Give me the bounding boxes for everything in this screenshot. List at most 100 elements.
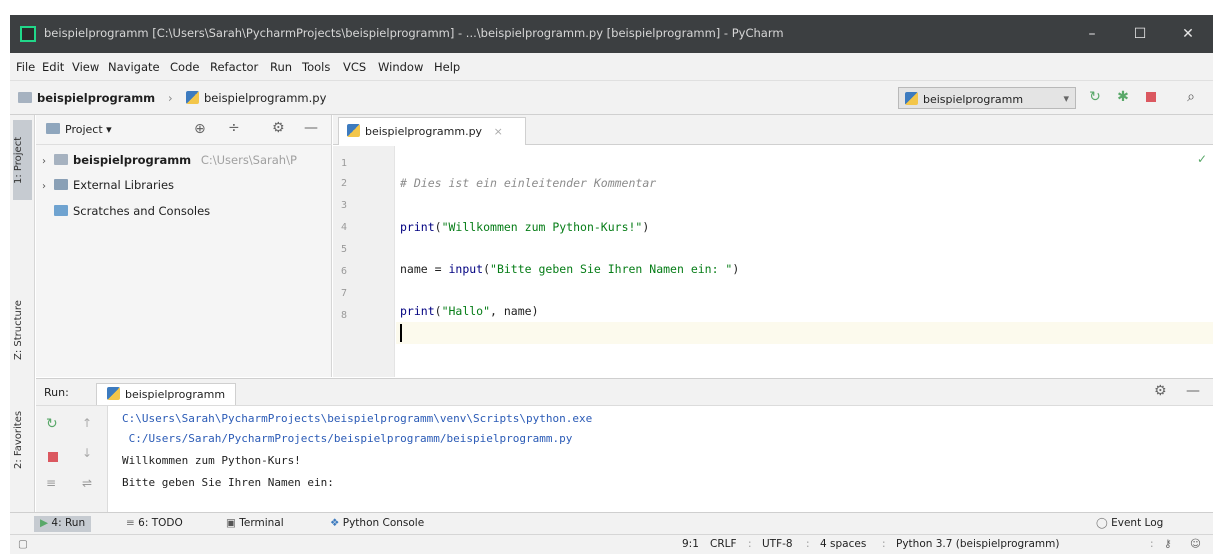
run-panel-header: Run: beispielprogramm ⚙ — <box>36 378 1213 406</box>
tool-tab-favorites[interactable]: 2: Favorites <box>13 395 32 485</box>
rerun-icon[interactable]: ↻ <box>46 416 58 432</box>
breadcrumb-project[interactable]: beispielprogramm <box>18 91 155 105</box>
code-line-comment: # Dies ist ein einleitender Kommentar <box>400 176 657 190</box>
menu-view[interactable]: View <box>72 60 99 74</box>
menu-code[interactable]: Code <box>170 60 199 74</box>
gear-icon[interactable]: ⚙ <box>1154 383 1167 399</box>
toggle-tool-windows-icon[interactable]: ▢ <box>18 538 28 550</box>
code-line-print-hallo: print("Hallo", name) <box>400 304 539 318</box>
editor-gutter: 1 2 3 4 5 6 7 8 <box>333 146 395 377</box>
gear-icon[interactable]: ⚙ <box>272 120 285 136</box>
python-file-icon <box>905 92 918 105</box>
project-view-select[interactable]: Project ▾ <box>46 123 112 136</box>
tree-item-external-libraries[interactable]: › External Libraries <box>42 178 174 192</box>
maximize-button[interactable]: ☐ <box>1120 21 1160 47</box>
run-icon: ▶ <box>40 517 49 529</box>
run-panel-toolbar: ↻ ↑ ↓ ≡ ⇌ <box>36 406 108 512</box>
editor-tab-bar: beispielprogramm.py × <box>333 115 1213 145</box>
inspector-icon[interactable]: ☺ <box>1190 538 1201 550</box>
tree-item-project[interactable]: › beispielprogramm C:\Users\Sarah\P <box>42 153 297 167</box>
menu-tools[interactable]: Tools <box>302 60 330 74</box>
line-separator[interactable]: CRLF <box>710 538 737 550</box>
arrow-up-icon[interactable]: ↑ <box>82 416 92 430</box>
menu-window[interactable]: Window <box>378 60 423 74</box>
chevron-down-icon: ▾ <box>1063 92 1069 105</box>
menu-refactor[interactable]: Refactor <box>210 60 258 74</box>
breadcrumb-separator: › <box>168 91 173 105</box>
tool-tab-run[interactable]: ▶ 4: Run <box>34 516 92 532</box>
scroll-from-source-icon[interactable]: ⊕ <box>194 121 206 137</box>
folder-icon <box>18 92 32 103</box>
console-line: Bitte geben Sie Ihren Namen ein: <box>122 476 334 489</box>
hide-panel-icon[interactable]: — <box>1186 383 1200 399</box>
file-encoding[interactable]: UTF-8 <box>762 538 793 550</box>
navigation-bar: beispielprogramm › beispielprogramm.py b… <box>10 81 1213 115</box>
search-icon[interactable]: ⌕ <box>1182 88 1200 106</box>
library-icon <box>54 179 68 190</box>
project-panel-header: Project ▾ ⊕ ÷ ⚙ — <box>36 115 332 145</box>
python-file-icon <box>186 91 199 104</box>
line-number: 1 <box>341 158 348 169</box>
code-line-input: name = input("Bitte geben Sie Ihren Name… <box>400 262 740 276</box>
stop-icon[interactable] <box>1142 88 1160 106</box>
run-icon[interactable]: ↻ <box>1086 88 1104 106</box>
python-interpreter[interactable]: Python 3.7 (beispielprogramm) <box>896 538 1059 550</box>
run-configuration-select[interactable]: beispielprogramm ▾ <box>898 87 1076 109</box>
console-line: C:\Users\Sarah\PycharmProjects\beispielp… <box>122 412 593 425</box>
console-line: Willkommen zum Python-Kurs! <box>122 454 301 467</box>
python-file-icon <box>347 124 360 137</box>
collapse-all-icon[interactable]: ÷ <box>228 120 240 136</box>
run-console-output[interactable]: C:\Users\Sarah\PycharmProjects\beispielp… <box>108 406 1213 512</box>
menu-vcs[interactable]: VCS <box>343 60 366 74</box>
terminal-icon: ▣ <box>226 517 236 529</box>
lock-icon[interactable]: ⚷ <box>1164 538 1172 550</box>
current-line-highlight <box>396 322 1213 344</box>
tree-item-scratches[interactable]: Scratches and Consoles <box>54 204 210 218</box>
code-line-print-welcome: print("Willkommen zum Python-Kurs!") <box>400 220 650 234</box>
soft-wrap-icon[interactable]: ⇌ <box>82 476 92 490</box>
folder-icon <box>54 154 68 165</box>
left-tool-strip: 1: Project Z: Structure 2: Favorites <box>10 115 35 512</box>
tool-tab-structure[interactable]: Z: Structure <box>13 285 32 375</box>
python-file-icon <box>107 387 120 400</box>
text-caret <box>400 324 402 342</box>
breadcrumb-file[interactable]: beispielprogramm.py <box>186 91 326 105</box>
menu-run[interactable]: Run <box>270 60 292 74</box>
tool-tab-python-console[interactable]: ❖ Python Console <box>324 516 430 532</box>
title-bar: beispielprogramm [C:\Users\Sarah\Pycharm… <box>10 15 1213 53</box>
editor-tab-beispielprogramm[interactable]: beispielprogramm.py × <box>338 117 526 145</box>
indent-setting[interactable]: 4 spaces <box>820 538 866 550</box>
chevron-right-icon: › <box>42 156 46 167</box>
run-tab-beispielprogramm[interactable]: beispielprogramm <box>96 383 237 405</box>
menu-help[interactable]: Help <box>434 60 460 74</box>
run-panel-label: Run: <box>44 386 69 399</box>
project-view-icon <box>46 123 60 134</box>
line-number: 7 <box>341 288 348 299</box>
tool-tab-terminal[interactable]: ▣ Terminal <box>220 516 290 532</box>
menu-navigate[interactable]: Navigate <box>108 60 160 74</box>
event-log-icon: ◯ <box>1096 517 1108 529</box>
menu-edit[interactable]: Edit <box>42 60 64 74</box>
event-log-button[interactable]: ◯ Event Log <box>1090 516 1169 532</box>
close-tab-icon[interactable]: × <box>494 125 503 138</box>
close-button[interactable]: ✕ <box>1168 21 1208 47</box>
hide-panel-icon[interactable]: — <box>304 120 318 136</box>
project-panel: Project ▾ ⊕ ÷ ⚙ — › beispielprogramm C:\U… <box>36 115 332 377</box>
stop-icon[interactable] <box>48 452 58 462</box>
window-title: beispielprogramm [C:\Users\Sarah\Pycharm… <box>44 26 784 40</box>
caret-position[interactable]: 9:1 <box>682 538 699 550</box>
menu-file[interactable]: File <box>16 60 35 74</box>
minimize-button[interactable]: – <box>1072 21 1112 47</box>
debug-icon[interactable]: ✱ <box>1114 88 1132 106</box>
code-editor[interactable]: # Dies ist ein einleitender Kommentar pr… <box>396 146 1213 377</box>
inspection-ok-icon[interactable]: ✓ <box>1197 152 1207 166</box>
tool-tab-todo[interactable]: ≡ 6: TODO <box>120 516 189 532</box>
todo-icon: ≡ <box>126 517 135 529</box>
tool-tab-project[interactable]: 1: Project <box>13 120 32 200</box>
scratches-icon <box>54 205 68 216</box>
line-number: 2 <box>341 178 348 189</box>
arrow-down-icon[interactable]: ↓ <box>82 446 92 460</box>
pycharm-logo-icon <box>20 26 36 42</box>
layout-icon[interactable]: ≡ <box>46 476 56 490</box>
tool-window-bar: ▶ 4: Run ≡ 6: TODO ▣ Terminal ❖ Python C… <box>10 512 1213 534</box>
